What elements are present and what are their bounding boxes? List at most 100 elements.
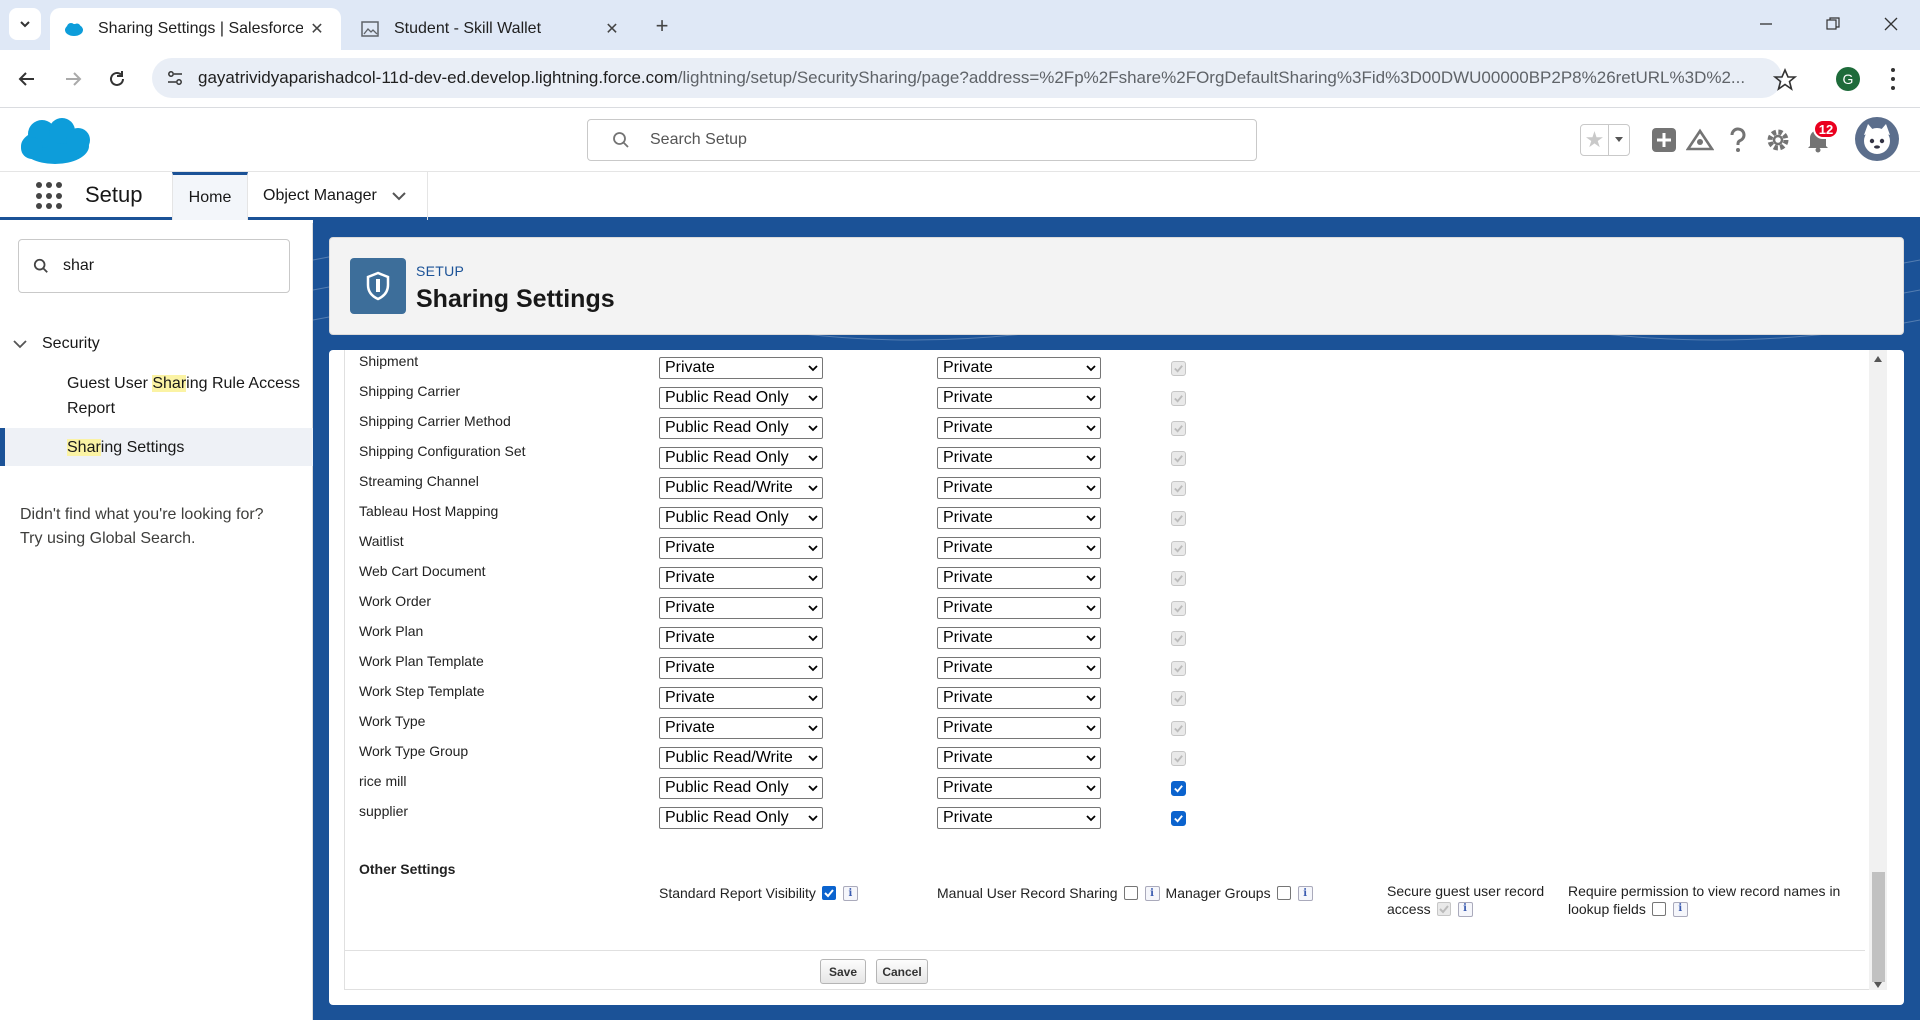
grant-access-using-hierarchies-checkbox[interactable]: [1171, 781, 1186, 796]
browser-menu-icon[interactable]: [1886, 66, 1900, 92]
restore-icon[interactable]: [1808, 8, 1858, 40]
grant-access-using-hierarchies-checkbox: [1171, 541, 1186, 556]
default-external-access-select[interactable]: Private: [937, 567, 1101, 589]
dropdown-caret-icon: [808, 725, 818, 732]
default-internal-access-select[interactable]: Public Read Only: [659, 807, 823, 829]
default-internal-access-select[interactable]: Private: [659, 537, 823, 559]
default-external-access-select[interactable]: Private: [937, 687, 1101, 709]
manager-groups-checkbox[interactable]: [1276, 886, 1291, 900]
browser-tab-skill-wallet[interactable]: Student - Skill Wallet ✕: [346, 8, 636, 50]
default-external-access-select[interactable]: Private: [937, 357, 1101, 379]
info-icon[interactable]: i: [1672, 901, 1688, 917]
default-external-access-select[interactable]: Private: [937, 627, 1101, 649]
close-window-icon[interactable]: [1866, 8, 1916, 40]
save-button[interactable]: Save: [820, 959, 866, 984]
default-external-access-select[interactable]: Private: [937, 447, 1101, 469]
sidebar-item-guest-user-sharing-report[interactable]: Guest User Sharing Rule Access Report: [67, 371, 300, 421]
default-internal-access-select[interactable]: Private: [659, 687, 823, 709]
quick-find-input[interactable]: shar: [18, 239, 290, 293]
standard-report-visibility-checkbox[interactable]: [821, 886, 836, 900]
default-external-access-select[interactable]: Private: [937, 417, 1101, 439]
info-icon[interactable]: i: [1457, 901, 1473, 917]
default-external-access-select[interactable]: Private: [937, 657, 1101, 679]
new-tab-icon[interactable]: +: [648, 12, 676, 40]
dropdown-caret-icon: [1086, 815, 1096, 822]
table-row: Streaming Channel Public Read/Write Privat…: [345, 470, 1865, 500]
chevron-down-icon[interactable]: [391, 188, 407, 204]
table-row: Shipping Configuration Set Public Read On…: [345, 440, 1865, 470]
default-external-access-select[interactable]: Private: [937, 807, 1101, 829]
minimize-icon[interactable]: [1741, 8, 1791, 40]
default-external-access-select[interactable]: Private: [937, 747, 1101, 769]
help-icon[interactable]: [1722, 124, 1754, 156]
dropdown-caret-icon: [808, 665, 818, 672]
favorite-star-icon[interactable]: ★: [1581, 125, 1608, 155]
tab-home[interactable]: Home: [172, 172, 248, 220]
default-internal-access-select[interactable]: Public Read/Write: [659, 747, 823, 769]
close-tab-icon[interactable]: ✕: [303, 15, 331, 43]
tab-object-manager[interactable]: Object Manager: [248, 172, 428, 220]
cancel-button[interactable]: Cancel: [876, 959, 928, 984]
default-internal-access-select[interactable]: Public Read Only: [659, 387, 823, 409]
info-icon[interactable]: i: [1297, 885, 1313, 901]
trailhead-guidance-icon[interactable]: [1684, 124, 1716, 156]
app-launcher-icon[interactable]: [36, 182, 64, 210]
select-value: Private: [665, 569, 715, 586]
default-external-access-select[interactable]: Private: [937, 507, 1101, 529]
search-setup-input[interactable]: Search Setup: [587, 119, 1257, 161]
default-external-access-select[interactable]: Private: [937, 387, 1101, 409]
default-internal-access-select[interactable]: Public Read/Write: [659, 477, 823, 499]
scrollbar[interactable]: [1869, 350, 1887, 990]
scrollbar-thumb[interactable]: [1872, 872, 1885, 982]
default-internal-access-select[interactable]: Public Read Only: [659, 507, 823, 529]
info-icon[interactable]: i: [842, 885, 858, 901]
dropdown-caret-icon: [808, 485, 818, 492]
select-value: Private: [665, 719, 715, 736]
url-text: gayatrividyaparishadcol-11d-dev-ed.devel…: [198, 68, 1748, 88]
default-internal-access-select[interactable]: Private: [659, 657, 823, 679]
scroll-down-arrow[interactable]: [1874, 982, 1882, 988]
default-internal-access-select[interactable]: Private: [659, 627, 823, 649]
sidebar-item-sharing-settings[interactable]: Sharing Settings: [67, 435, 184, 460]
grant-access-using-hierarchies-checkbox[interactable]: [1171, 811, 1186, 826]
object-name: Work Order: [359, 593, 432, 609]
default-external-access-select[interactable]: Private: [937, 537, 1101, 559]
default-internal-access-select[interactable]: Public Read Only: [659, 417, 823, 439]
reload-icon[interactable]: [102, 64, 132, 94]
require-permission-checkbox[interactable]: [1651, 902, 1666, 916]
global-actions-icon[interactable]: [1648, 124, 1680, 156]
secure-guest-user-checkbox: [1436, 902, 1451, 916]
close-tab-icon[interactable]: ✕: [598, 15, 626, 43]
user-avatar[interactable]: [1855, 117, 1899, 161]
select-value: Private: [943, 509, 993, 526]
salesforce-logo[interactable]: [18, 116, 92, 168]
favorites-dropdown-icon[interactable]: [1607, 125, 1629, 155]
bookmark-star-icon[interactable]: [1773, 68, 1797, 92]
manual-user-record-sharing-checkbox[interactable]: [1123, 886, 1138, 900]
site-info-icon[interactable]: [164, 67, 186, 89]
default-external-access-select[interactable]: Private: [937, 777, 1101, 799]
tab-search-button[interactable]: [9, 8, 41, 40]
scroll-up-arrow[interactable]: [1874, 356, 1882, 362]
address-bar[interactable]: gayatrividyaparishadcol-11d-dev-ed.devel…: [152, 58, 1782, 98]
dropdown-caret-icon: [1086, 695, 1096, 702]
select-value: Public Read Only: [665, 509, 789, 526]
default-internal-access-select[interactable]: Public Read Only: [659, 777, 823, 799]
default-internal-access-select[interactable]: Private: [659, 357, 823, 379]
default-internal-access-select[interactable]: Private: [659, 597, 823, 619]
other-settings-title: Other Settings: [359, 861, 456, 877]
default-external-access-select[interactable]: Private: [937, 717, 1101, 739]
default-external-access-select[interactable]: Private: [937, 597, 1101, 619]
footer-divider: [345, 950, 1865, 951]
forward-icon[interactable]: [58, 64, 88, 94]
back-icon[interactable]: [12, 64, 42, 94]
default-external-access-select[interactable]: Private: [937, 477, 1101, 499]
default-internal-access-select[interactable]: Public Read Only: [659, 447, 823, 469]
setup-gear-icon[interactable]: [1762, 124, 1794, 156]
info-icon[interactable]: i: [1144, 885, 1160, 901]
default-internal-access-select[interactable]: Private: [659, 717, 823, 739]
tree-section-security[interactable]: Security: [12, 335, 100, 353]
default-internal-access-select[interactable]: Private: [659, 567, 823, 589]
browser-tab-sharing-settings[interactable]: Sharing Settings | Salesforce ✕: [50, 8, 341, 50]
browser-profile-avatar[interactable]: G: [1836, 67, 1860, 91]
